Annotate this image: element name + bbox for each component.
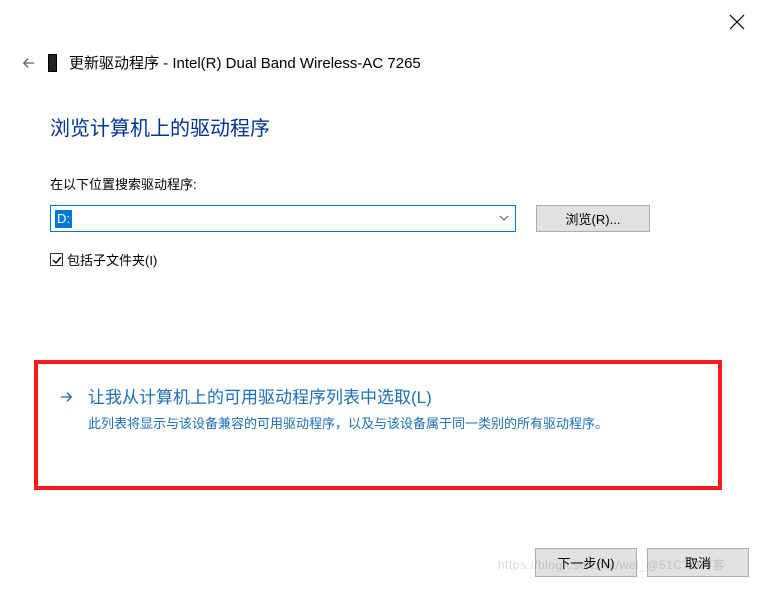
back-arrow-icon xyxy=(22,56,36,70)
window-title: 更新驱动程序 - Intel(R) Dual Band Wireless-AC … xyxy=(69,52,421,73)
option-description: 此列表将显示与该设备兼容的可用驱动程序，以及与该设备属于同一类别的所有驱动程序。 xyxy=(88,414,696,434)
search-section: 在以下位置搜索驱动程序: D: 浏览(R)... xyxy=(50,174,650,232)
path-combobox[interactable]: D: xyxy=(50,205,516,232)
arrow-right-icon xyxy=(60,390,74,409)
close-icon xyxy=(729,14,745,30)
option-text: 让我从计算机上的可用驱动程序列表中选取(L) 此列表将显示与该设备兼容的可用驱动… xyxy=(88,386,696,434)
check-icon xyxy=(52,255,62,265)
device-icon xyxy=(48,54,57,72)
cancel-button[interactable]: 取消 xyxy=(647,548,749,577)
include-subfolders-row: 包括子文件夹(I) xyxy=(50,250,157,269)
include-subfolders-label: 包括子文件夹(I) xyxy=(67,250,157,269)
search-label: 在以下位置搜索驱动程序: xyxy=(50,174,650,193)
chevron-down-icon xyxy=(499,210,509,228)
footer: 下一步(N) 取消 xyxy=(535,548,749,577)
path-value: D: xyxy=(55,210,72,228)
include-subfolders-checkbox[interactable] xyxy=(50,253,63,266)
browse-button[interactable]: 浏览(R)... xyxy=(536,205,650,232)
back-button[interactable] xyxy=(22,56,36,70)
pick-from-list-option[interactable]: 让我从计算机上的可用驱动程序列表中选取(L) 此列表将显示与该设备兼容的可用驱动… xyxy=(34,360,722,490)
option-title: 让我从计算机上的可用驱动程序列表中选取(L) xyxy=(88,386,696,410)
next-button[interactable]: 下一步(N) xyxy=(535,548,637,577)
header-bar: 更新驱动程序 - Intel(R) Dual Band Wireless-AC … xyxy=(22,52,421,73)
page-title: 浏览计算机上的驱动程序 xyxy=(50,112,270,141)
close-button[interactable] xyxy=(729,14,745,30)
